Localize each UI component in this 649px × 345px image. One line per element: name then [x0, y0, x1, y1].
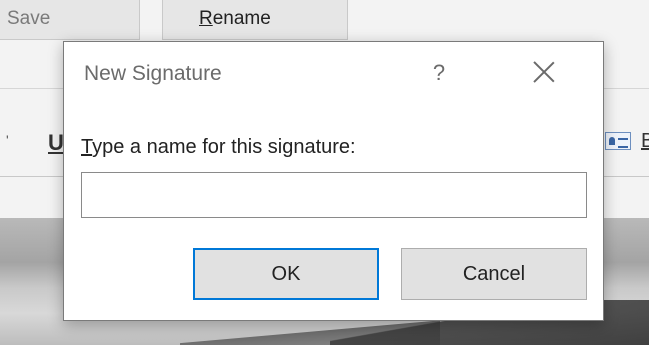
signature-name-label: Type a name for this signature: — [81, 136, 356, 159]
new-signature-dialog: New Signature ? Type a name for this sig… — [63, 41, 604, 321]
ok-button[interactable]: OK — [193, 248, 379, 300]
label-accelerator: T — [81, 136, 93, 158]
save-button-label: Save — [7, 8, 51, 29]
underline-button[interactable]: U — [48, 130, 64, 156]
rename-accelerator: R — [199, 8, 213, 29]
cancel-button[interactable]: Cancel — [401, 248, 587, 300]
toolbar-edge-mark: ' — [6, 132, 9, 148]
close-icon[interactable] — [530, 58, 558, 86]
signature-name-input[interactable] — [81, 172, 587, 218]
dialog-title: New Signature — [84, 62, 222, 85]
business-card-icon[interactable] — [605, 132, 631, 150]
help-icon[interactable]: ? — [429, 60, 449, 86]
label-text: ype a name for this signature: — [92, 136, 356, 158]
rename-button-label: ename — [212, 8, 271, 29]
rename-button[interactable]: Rename — [162, 0, 348, 40]
toolbar-edge-letter[interactable]: B — [641, 130, 649, 153]
save-button[interactable]: Save — [0, 0, 140, 40]
